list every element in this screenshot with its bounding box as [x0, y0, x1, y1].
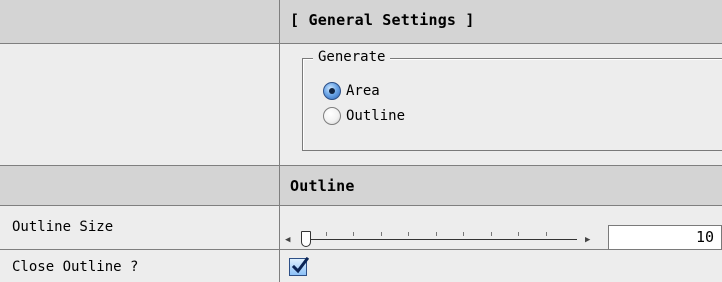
radio-area-label: Area	[346, 83, 380, 99]
header-right-cell: [ General Settings ]	[279, 0, 722, 43]
slider-left-arrow-icon[interactable]: ◀	[285, 235, 290, 245]
slider-tick	[326, 232, 327, 236]
generate-legend: Generate	[313, 49, 391, 65]
generate-groupbox	[302, 58, 722, 151]
outline-size-label: Outline Size	[12, 219, 114, 235]
generate-left-cell	[0, 44, 279, 165]
slider-tick	[491, 232, 492, 236]
radio-selected-icon[interactable]	[323, 82, 341, 100]
close-outline-checkbox[interactable]	[289, 257, 309, 276]
slider-thumb[interactable]	[301, 231, 311, 247]
radio-outline-label: Outline	[346, 108, 406, 124]
close-outline-label: Close Outline ?	[12, 259, 139, 275]
close-outline-left-cell: Close Outline ?	[0, 250, 279, 282]
outline-size-slider[interactable]: ◀ ▶	[285, 229, 595, 251]
generate-right-cell: Generate Area Outline	[279, 44, 722, 165]
slider-tick	[353, 232, 354, 236]
checkmark-icon	[291, 257, 309, 274]
slider-tick	[463, 232, 464, 236]
outline-size-left-cell: Outline Size	[0, 206, 279, 249]
close-outline-row: Close Outline ?	[0, 250, 722, 282]
outline-header-row: Outline	[0, 166, 722, 206]
slider-tick	[436, 232, 437, 236]
slider-tick	[518, 232, 519, 236]
outline-size-value-field[interactable]: 10	[608, 225, 722, 250]
general-settings-header-row: [ General Settings ]	[0, 0, 722, 44]
slider-track[interactable]	[301, 239, 577, 240]
slider-tick	[381, 232, 382, 236]
radio-unselected-icon[interactable]	[323, 107, 341, 125]
generate-row: Generate Area Outline	[0, 44, 722, 166]
header-left-cell	[0, 0, 279, 43]
outline-header-left-cell	[0, 166, 279, 205]
slider-tick	[546, 232, 547, 236]
slider-tick	[408, 232, 409, 236]
slider-right-arrow-icon[interactable]: ▶	[585, 235, 590, 245]
outline-section-title: Outline	[290, 177, 355, 195]
radio-outline[interactable]: Outline	[323, 106, 405, 126]
radio-area[interactable]: Area	[323, 81, 380, 101]
outline-header-right-cell: Outline	[279, 166, 722, 205]
settings-panel: [ General Settings ] Generate Area Outli…	[0, 0, 722, 282]
general-settings-title: [ General Settings ]	[290, 11, 475, 29]
close-outline-right-cell	[279, 250, 722, 282]
